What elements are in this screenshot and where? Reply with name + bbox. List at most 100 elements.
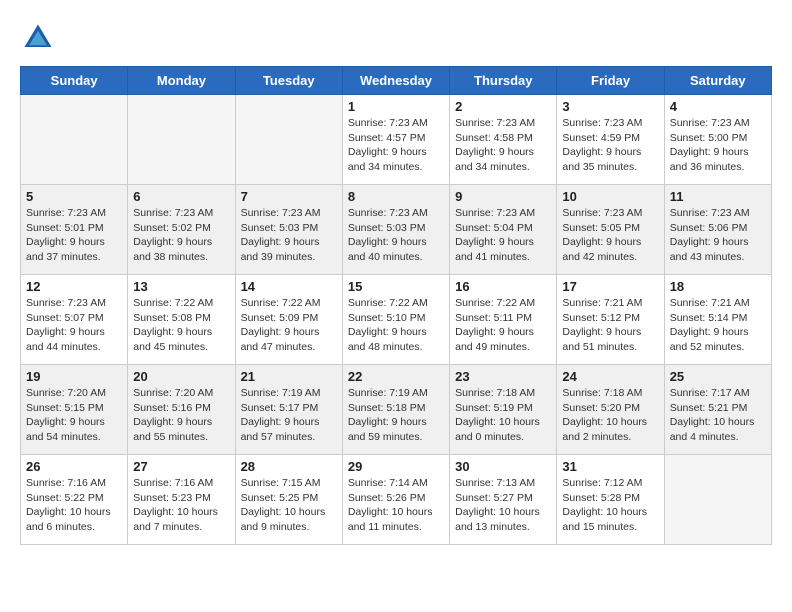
day-number: 26 [26, 459, 122, 474]
calendar-cell [664, 455, 771, 545]
day-number: 7 [241, 189, 337, 204]
calendar-header-sunday: Sunday [21, 67, 128, 95]
cell-content: Sunrise: 7:23 AM Sunset: 5:06 PM Dayligh… [670, 206, 766, 265]
calendar-cell: 1 Sunrise: 7:23 AM Sunset: 4:57 PM Daylig… [342, 95, 449, 185]
calendar-header-monday: Monday [128, 67, 235, 95]
logo-icon [20, 20, 56, 56]
day-number: 3 [562, 99, 658, 114]
calendar-week-row: 19 Sunrise: 7:20 AM Sunset: 5:15 PM Dayli… [21, 365, 772, 455]
calendar-cell: 27Sunrise: 7:16 AM Sunset: 5:23 PM Dayli… [128, 455, 235, 545]
calendar-cell: 18Sunrise: 7:21 AM Sunset: 5:14 PM Dayli… [664, 275, 771, 365]
day-number: 5 [26, 189, 122, 204]
cell-content: Sunrise: 7:23 AM Sunset: 5:02 PM Dayligh… [133, 206, 229, 265]
cell-content: Sunrise: 7:22 AM Sunset: 5:09 PM Dayligh… [241, 296, 337, 355]
cell-content: Sunrise: 7:19 AM Sunset: 5:17 PM Dayligh… [241, 386, 337, 445]
calendar-cell: 31 Sunrise: 7:12 AM Sunset: 5:28 PM Dayli… [557, 455, 664, 545]
calendar-header-row: SundayMondayTuesdayWednesdayThursdayFrid… [21, 67, 772, 95]
cell-content: Sunrise: 7:23 AM Sunset: 5:00 PM Dayligh… [670, 116, 766, 175]
calendar-cell: 20 Sunrise: 7:20 AM Sunset: 5:16 PM Dayli… [128, 365, 235, 455]
calendar-cell: 3 Sunrise: 7:23 AM Sunset: 4:59 PM Daylig… [557, 95, 664, 185]
cell-content: Sunrise: 7:20 AM Sunset: 5:16 PM Dayligh… [133, 386, 229, 445]
cell-content: Sunrise: 7:20 AM Sunset: 5:15 PM Dayligh… [26, 386, 122, 445]
calendar-cell: 5 Sunrise: 7:23 AM Sunset: 5:01 PM Daylig… [21, 185, 128, 275]
cell-content: Sunrise: 7:22 AM Sunset: 5:08 PM Dayligh… [133, 296, 229, 355]
cell-content: Sunrise: 7:18 AM Sunset: 5:19 PM Dayligh… [455, 386, 551, 445]
day-number: 2 [455, 99, 551, 114]
day-number: 19 [26, 369, 122, 384]
calendar-cell: 12 Sunrise: 7:23 AM Sunset: 5:07 PM Dayli… [21, 275, 128, 365]
calendar-cell: 7 Sunrise: 7:23 AM Sunset: 5:03 PM Daylig… [235, 185, 342, 275]
calendar-cell: 4 Sunrise: 7:23 AM Sunset: 5:00 PM Daylig… [664, 95, 771, 185]
cell-content: Sunrise: 7:22 AM Sunset: 5:10 PM Dayligh… [348, 296, 444, 355]
calendar-table: SundayMondayTuesdayWednesdayThursdayFrid… [20, 66, 772, 545]
day-number: 17 [562, 279, 658, 294]
cell-content: Sunrise: 7:14 AM Sunset: 5:26 PM Dayligh… [348, 476, 444, 535]
cell-content: Sunrise: 7:13 AM Sunset: 5:27 PM Dayligh… [455, 476, 551, 535]
day-number: 29 [348, 459, 444, 474]
calendar-cell: 23 Sunrise: 7:18 AM Sunset: 5:19 PM Dayli… [450, 365, 557, 455]
cell-content: Sunrise: 7:23 AM Sunset: 5:07 PM Dayligh… [26, 296, 122, 355]
calendar-cell: 17Sunrise: 7:21 AM Sunset: 5:12 PM Dayli… [557, 275, 664, 365]
calendar-cell: 11 Sunrise: 7:23 AM Sunset: 5:06 PM Dayli… [664, 185, 771, 275]
calendar-cell: 6 Sunrise: 7:23 AM Sunset: 5:02 PM Daylig… [128, 185, 235, 275]
day-number: 22 [348, 369, 444, 384]
day-number: 20 [133, 369, 229, 384]
day-number: 11 [670, 189, 766, 204]
calendar-cell: 8Sunrise: 7:23 AM Sunset: 5:03 PM Daylig… [342, 185, 449, 275]
day-number: 21 [241, 369, 337, 384]
calendar-header-friday: Friday [557, 67, 664, 95]
cell-content: Sunrise: 7:18 AM Sunset: 5:20 PM Dayligh… [562, 386, 658, 445]
calendar-cell: 30 Sunrise: 7:13 AM Sunset: 5:27 PM Dayli… [450, 455, 557, 545]
day-number: 25 [670, 369, 766, 384]
calendar-cell: 29 Sunrise: 7:14 AM Sunset: 5:26 PM Dayli… [342, 455, 449, 545]
day-number: 4 [670, 99, 766, 114]
calendar-header-saturday: Saturday [664, 67, 771, 95]
day-number: 31 [562, 459, 658, 474]
cell-content: Sunrise: 7:23 AM Sunset: 5:03 PM Dayligh… [348, 206, 444, 265]
calendar-cell [21, 95, 128, 185]
cell-content: Sunrise: 7:15 AM Sunset: 5:25 PM Dayligh… [241, 476, 337, 535]
calendar-week-row: 1 Sunrise: 7:23 AM Sunset: 4:57 PM Daylig… [21, 95, 772, 185]
day-number: 6 [133, 189, 229, 204]
day-number: 10 [562, 189, 658, 204]
calendar-cell: 2 Sunrise: 7:23 AM Sunset: 4:58 PM Daylig… [450, 95, 557, 185]
calendar-cell [235, 95, 342, 185]
calendar-cell: 13 Sunrise: 7:22 AM Sunset: 5:08 PM Dayli… [128, 275, 235, 365]
calendar-cell: 28 Sunrise: 7:15 AM Sunset: 5:25 PM Dayli… [235, 455, 342, 545]
day-number: 23 [455, 369, 551, 384]
calendar-header-tuesday: Tuesday [235, 67, 342, 95]
calendar-cell: 19 Sunrise: 7:20 AM Sunset: 5:15 PM Dayli… [21, 365, 128, 455]
day-number: 9 [455, 189, 551, 204]
calendar-week-row: 12 Sunrise: 7:23 AM Sunset: 5:07 PM Dayli… [21, 275, 772, 365]
calendar-cell: 9 Sunrise: 7:23 AM Sunset: 5:04 PM Daylig… [450, 185, 557, 275]
calendar-cell [128, 95, 235, 185]
day-number: 1 [348, 99, 444, 114]
cell-content: Sunrise: 7:23 AM Sunset: 4:57 PM Dayligh… [348, 116, 444, 175]
cell-content: Sunrise: 7:23 AM Sunset: 5:03 PM Dayligh… [241, 206, 337, 265]
cell-content: Sunrise: 7:23 AM Sunset: 5:01 PM Dayligh… [26, 206, 122, 265]
day-number: 12 [26, 279, 122, 294]
cell-content: Sunrise: 7:23 AM Sunset: 5:05 PM Dayligh… [562, 206, 658, 265]
calendar-cell: 10 Sunrise: 7:23 AM Sunset: 5:05 PM Dayli… [557, 185, 664, 275]
cell-content: Sunrise: 7:23 AM Sunset: 4:58 PM Dayligh… [455, 116, 551, 175]
cell-content: Sunrise: 7:12 AM Sunset: 5:28 PM Dayligh… [562, 476, 658, 535]
day-number: 28 [241, 459, 337, 474]
cell-content: Sunrise: 7:16 AM Sunset: 5:22 PM Dayligh… [26, 476, 122, 535]
cell-content: Sunrise: 7:22 AM Sunset: 5:11 PM Dayligh… [455, 296, 551, 355]
calendar-cell: 26 Sunrise: 7:16 AM Sunset: 5:22 PM Dayli… [21, 455, 128, 545]
day-number: 30 [455, 459, 551, 474]
calendar-week-row: 5 Sunrise: 7:23 AM Sunset: 5:01 PM Daylig… [21, 185, 772, 275]
calendar-cell: 24 Sunrise: 7:18 AM Sunset: 5:20 PM Dayli… [557, 365, 664, 455]
day-number: 24 [562, 369, 658, 384]
calendar-header-wednesday: Wednesday [342, 67, 449, 95]
cell-content: Sunrise: 7:23 AM Sunset: 5:04 PM Dayligh… [455, 206, 551, 265]
calendar-cell: 22Sunrise: 7:19 AM Sunset: 5:18 PM Dayli… [342, 365, 449, 455]
day-number: 15 [348, 279, 444, 294]
page-header [20, 20, 772, 56]
calendar-cell: 15 Sunrise: 7:22 AM Sunset: 5:10 PM Dayli… [342, 275, 449, 365]
day-number: 13 [133, 279, 229, 294]
calendar-cell: 25 Sunrise: 7:17 AM Sunset: 5:21 PM Dayli… [664, 365, 771, 455]
cell-content: Sunrise: 7:23 AM Sunset: 4:59 PM Dayligh… [562, 116, 658, 175]
calendar-cell: 21 Sunrise: 7:19 AM Sunset: 5:17 PM Dayli… [235, 365, 342, 455]
cell-content: Sunrise: 7:17 AM Sunset: 5:21 PM Dayligh… [670, 386, 766, 445]
